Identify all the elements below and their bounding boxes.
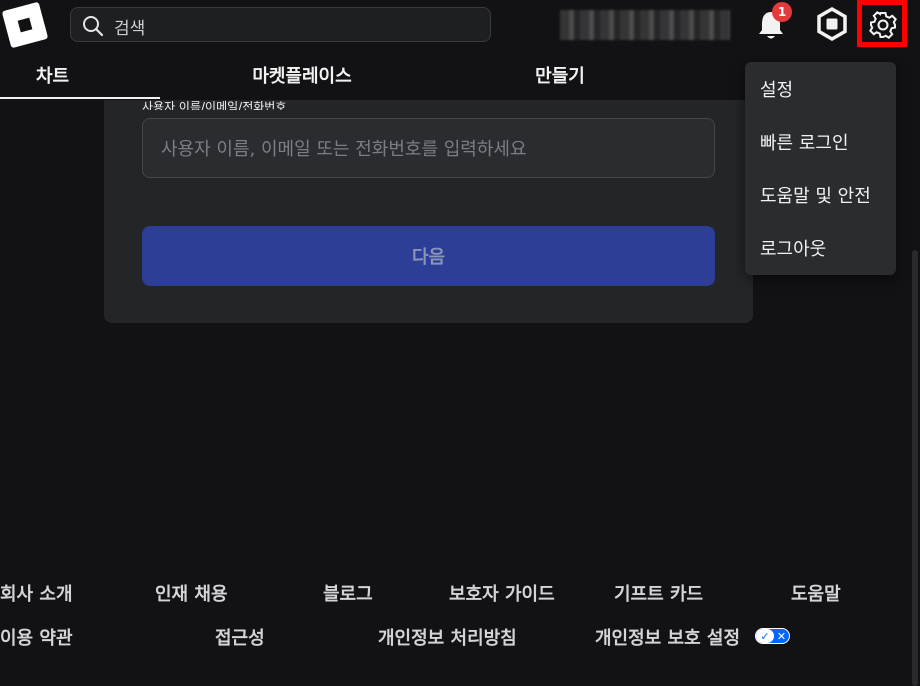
footer-link-parents[interactable]: 보호자 가이드 <box>449 580 555 606</box>
tab-marketplace[interactable]: 마켓플레이스 <box>222 52 382 98</box>
robux-icon[interactable] <box>814 6 850 42</box>
footer-link-terms[interactable]: 이용 약관 <box>0 624 73 650</box>
menu-item-logout[interactable]: 로그아웃 <box>760 235 826 261</box>
next-button[interactable]: 다음 <box>142 226 715 286</box>
menu-item-help-safety[interactable]: 도움말 및 안전 <box>760 182 871 208</box>
settings-dropdown-menu: 설정 빠른 로그인 도움말 및 안전 로그아웃 <box>745 62 896 275</box>
roblox-logo-icon[interactable] <box>1 1 49 49</box>
footer-link-help[interactable]: 도움말 <box>791 580 841 606</box>
tab-create[interactable]: 만들기 <box>510 52 610 98</box>
login-card: 사용자 이름/이메일/전화번호 사용자 이름, 이메일 또는 전화번호를 입력하… <box>104 100 753 323</box>
menu-item-settings[interactable]: 설정 <box>760 76 793 102</box>
scrollbar[interactable] <box>912 250 918 686</box>
footer-link-about[interactable]: 회사 소개 <box>0 580 73 606</box>
footer-link-privacy-policy[interactable]: 개인정보 처리방침 <box>378 624 517 650</box>
footer-link-accessibility[interactable]: 접근성 <box>215 624 265 650</box>
tab-charts[interactable]: 차트 <box>0 52 105 98</box>
gear-icon <box>868 10 898 44</box>
search-box[interactable]: 검색 <box>70 7 491 42</box>
field-label: 사용자 이름/이메일/전화번호 <box>142 100 287 110</box>
username-input[interactable]: 사용자 이름, 이메일 또는 전화번호를 입력하세요 <box>142 118 715 178</box>
footer-link-jobs[interactable]: 인재 채용 <box>155 580 228 606</box>
username-blurred[interactable] <box>560 10 730 40</box>
x-icon: ✕ <box>776 629 787 643</box>
search-placeholder: 검색 <box>114 19 146 39</box>
check-icon: ✓ <box>756 629 774 643</box>
privacy-choices-icon[interactable]: ✓ ✕ <box>755 628 790 644</box>
top-bar: 검색 1 <box>0 0 920 52</box>
notification-badge: 1 <box>772 2 792 22</box>
footer-link-gift-cards[interactable]: 기프트 카드 <box>614 580 703 606</box>
search-icon <box>81 14 105 42</box>
menu-item-quick-login[interactable]: 빠른 로그인 <box>760 129 849 155</box>
active-tab-indicator <box>0 97 160 99</box>
settings-button[interactable] <box>857 0 907 47</box>
footer-link-blog[interactable]: 블로그 <box>323 580 373 606</box>
footer-link-privacy-settings[interactable]: 개인정보 보호 설정 <box>595 624 740 650</box>
